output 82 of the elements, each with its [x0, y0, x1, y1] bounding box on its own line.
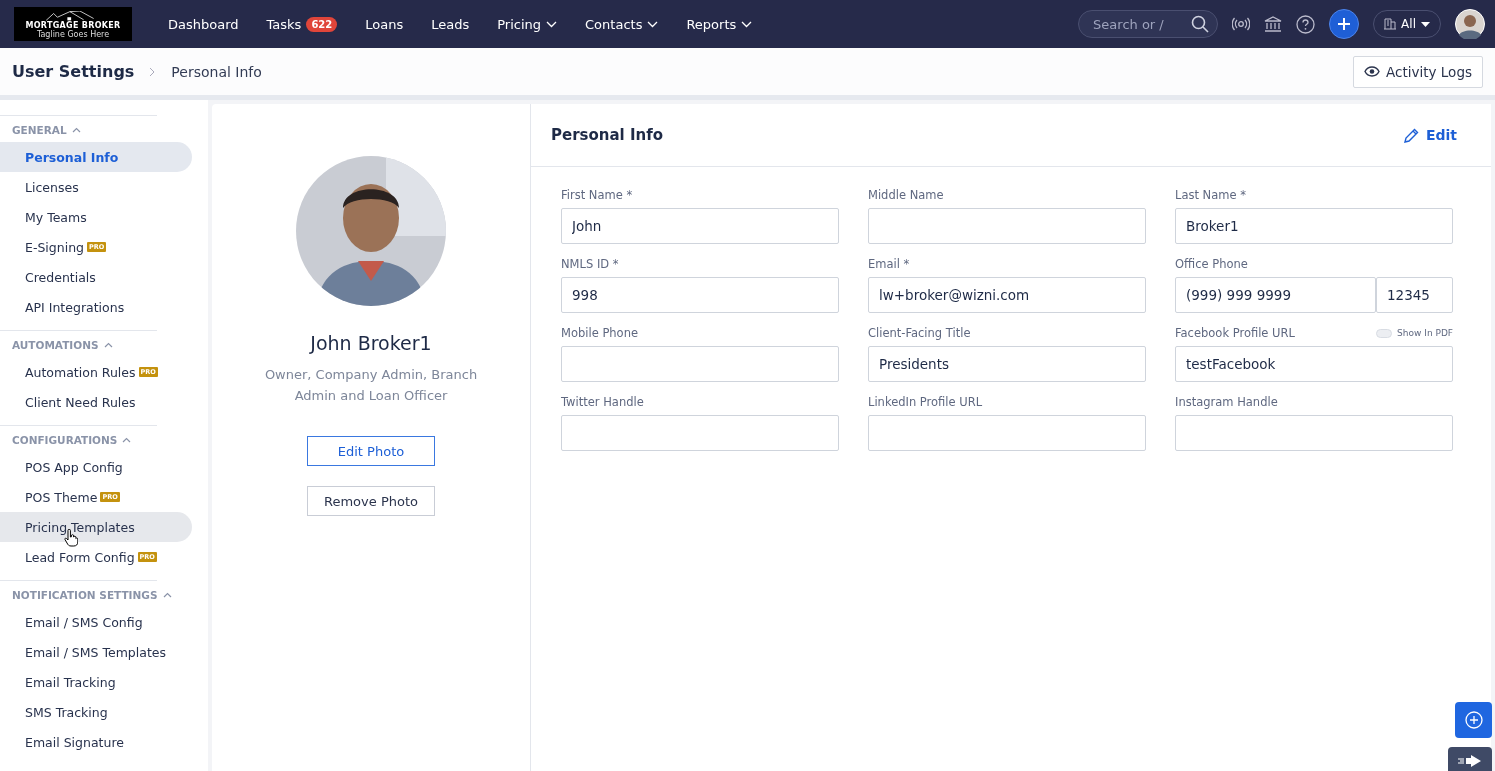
- nav-link[interactable]: Reports: [672, 16, 767, 32]
- sidebar-item[interactable]: Personal Info: [0, 142, 192, 172]
- input-field[interactable]: testFacebook: [1175, 346, 1453, 382]
- plus-icon: [1338, 18, 1351, 30]
- field-label: Mobile Phone: [561, 326, 638, 340]
- search-icon: [1191, 15, 1210, 33]
- count-badge: 622: [306, 16, 338, 32]
- help-icon[interactable]: [1296, 14, 1316, 34]
- sidebar-item[interactable]: API Integrations: [0, 292, 192, 322]
- sidebar-item[interactable]: Credentials: [0, 262, 192, 292]
- breadcrumb-current: Personal Info: [171, 63, 262, 80]
- search-field[interactable]: Search or /: [1078, 10, 1219, 38]
- field-label: Last Name *: [1175, 188, 1246, 202]
- logo-tagline: Tagline Goes Here: [36, 30, 110, 39]
- sidebar-item[interactable]: My Teams: [0, 202, 192, 232]
- arrow-right-icon: [1457, 754, 1483, 768]
- input-field[interactable]: 998: [561, 277, 839, 313]
- profile-roles: Owner, Company Admin, Branch Admin and Loan Officer: [263, 366, 479, 405]
- sidebar-item[interactable]: Licenses: [0, 172, 192, 202]
- building-icon: [1384, 18, 1397, 30]
- field-label: Client-Facing Title: [868, 326, 971, 340]
- field-label: First Name *: [561, 188, 633, 202]
- bank-icon[interactable]: [1264, 16, 1283, 32]
- chevron-up-icon: [162, 592, 172, 598]
- plus-circle-icon: [1464, 711, 1483, 729]
- edit-button[interactable]: Edit: [1397, 126, 1463, 144]
- input-field[interactable]: [1175, 415, 1453, 451]
- sidebar-item[interactable]: SMS Tracking: [0, 697, 192, 727]
- input-field[interactable]: lw+broker@wizni.com: [868, 277, 1146, 313]
- field-label: Twitter Handle: [561, 395, 644, 409]
- eye-icon: [1364, 66, 1381, 77]
- broadcast-icon[interactable]: [1232, 17, 1251, 31]
- sidebar-item[interactable]: Email Signature: [0, 727, 192, 757]
- activity-logs-button[interactable]: Activity Logs: [1353, 55, 1483, 88]
- input-field[interactable]: [868, 208, 1146, 244]
- input-field[interactable]: [561, 415, 839, 451]
- sidebar-item[interactable]: Email Tracking: [0, 667, 192, 697]
- input-field[interactable]: Broker1: [1175, 208, 1453, 244]
- input-field[interactable]: [868, 415, 1146, 451]
- extension-field[interactable]: 12345: [1376, 277, 1453, 313]
- add-button[interactable]: [1329, 9, 1360, 39]
- caret-icon: [1421, 21, 1430, 27]
- field-label: Middle Name: [868, 188, 944, 202]
- chevron-down-icon: [741, 20, 753, 28]
- nav-link[interactable]: Tasks 622: [252, 16, 352, 32]
- section-title: Personal Info: [551, 126, 664, 144]
- sidebar-item[interactable]: POS App Config: [0, 452, 192, 482]
- sidebar-item[interactable]: Email / SMS Config: [0, 607, 192, 637]
- field-label: Instagram Handle: [1175, 395, 1278, 409]
- chevron-right-icon: [149, 66, 157, 77]
- chevron-up-icon: [103, 342, 113, 348]
- input-field[interactable]: [561, 346, 839, 382]
- input-field[interactable]: John: [561, 208, 839, 244]
- field-label: Facebook Profile URL: [1175, 326, 1295, 340]
- field-label: Office Phone: [1175, 257, 1248, 271]
- input-field[interactable]: (999) 999 9999: [1175, 277, 1376, 313]
- chevron-up-icon: [71, 127, 81, 133]
- sidebar-item[interactable]: Email / SMS Templates: [0, 637, 192, 667]
- logo[interactable]: MORTGAGE BROKER Tagline Goes Here: [14, 7, 132, 41]
- user-avatar[interactable]: [1455, 9, 1485, 39]
- nav-link[interactable]: Contacts: [571, 16, 673, 32]
- profile-name: John Broker1: [310, 332, 432, 354]
- pencil-icon: [1403, 127, 1419, 143]
- remove-photo-button[interactable]: Remove Photo: [307, 486, 435, 516]
- input-field[interactable]: Presidents: [868, 346, 1146, 382]
- chevron-down-icon: [546, 20, 558, 28]
- toggle-switch[interactable]: [1376, 328, 1393, 338]
- field-label: LinkedIn Profile URL: [868, 395, 983, 409]
- edit-photo-button[interactable]: Edit Photo: [307, 436, 435, 466]
- nav-link[interactable]: Pricing: [483, 16, 572, 32]
- sidebar-item[interactable]: Client Need Rules: [0, 387, 192, 417]
- field-label: Email *: [868, 257, 910, 271]
- nav-link[interactable]: Leads: [417, 16, 484, 32]
- logo-title: MORTGAGE BROKER: [25, 21, 121, 30]
- chevron-up-icon: [122, 437, 132, 443]
- breadcrumb-title[interactable]: User Settings: [12, 62, 135, 81]
- field-label: NMLS ID *: [561, 257, 619, 271]
- nav-link[interactable]: Dashboard: [154, 16, 253, 32]
- chevron-down-icon: [647, 20, 659, 28]
- toggle-label: Show In PDF: [1397, 328, 1453, 338]
- forward-button[interactable]: [1448, 747, 1492, 771]
- nav-link[interactable]: Loans: [351, 16, 418, 32]
